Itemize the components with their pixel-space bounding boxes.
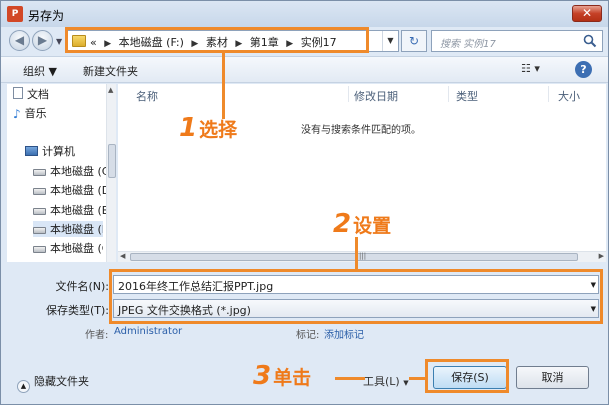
- document-icon: [13, 87, 23, 99]
- organize-menu[interactable]: 组织 ▼: [23, 63, 57, 79]
- nav-item-drive-g[interactable]: 本地磁盘 (G: [33, 240, 103, 256]
- annotation-connector: [222, 53, 225, 119]
- navigation-pane: 文档 ♪ 音乐 计算机 本地磁盘 (C 本地磁盘 (D 本地磁盘 (E 本地磁盘 …: [7, 84, 116, 262]
- filename-label: 文件名(N):: [55, 280, 109, 293]
- close-button[interactable]: ✕: [572, 5, 602, 22]
- new-folder-button[interactable]: 新建文件夹: [83, 63, 138, 79]
- annotation-connector: [355, 237, 358, 270]
- column-divider[interactable]: [348, 86, 349, 102]
- title-bar: P 另存为 ✕: [1, 1, 608, 27]
- arrow-right-icon: ▶: [37, 33, 48, 47]
- refresh-button[interactable]: ↻: [401, 30, 427, 52]
- nav-scrollbar-thumb[interactable]: [108, 144, 116, 178]
- column-header-type[interactable]: 类型: [456, 88, 478, 104]
- arrow-left-icon: ◀: [14, 33, 25, 47]
- nav-item-documents[interactable]: 文档: [13, 86, 105, 102]
- nav-item-drive-f[interactable]: 本地磁盘 (F: [33, 221, 103, 237]
- column-divider[interactable]: [548, 86, 549, 102]
- tools-menu[interactable]: 工具(L) ▼: [363, 373, 409, 389]
- empty-message: 没有与搜索条件匹配的项。: [301, 125, 421, 136]
- author-field[interactable]: Administrator: [114, 326, 182, 337]
- chevron-up-icon: ▲: [17, 380, 30, 393]
- computer-icon: [25, 146, 38, 156]
- scroll-up-icon[interactable]: ▲: [108, 86, 113, 94]
- help-icon[interactable]: ?: [575, 61, 592, 78]
- toolbar: 组织 ▼ 新建文件夹 ☷ ▾ ?: [1, 56, 608, 83]
- powerpoint-icon: P: [7, 6, 23, 22]
- annotation-box-save: [425, 359, 509, 393]
- chevron-down-icon: ▼: [403, 379, 409, 387]
- cancel-button[interactable]: 取消: [516, 366, 589, 389]
- forward-button[interactable]: ▶: [32, 30, 53, 51]
- back-button[interactable]: ◀: [9, 30, 30, 51]
- drive-icon: [33, 169, 46, 176]
- column-header-modified[interactable]: 修改日期: [354, 88, 398, 104]
- window-title: 另存为: [28, 9, 65, 23]
- annotation-connector: [409, 377, 425, 380]
- scroll-right-icon[interactable]: ▶: [599, 252, 604, 260]
- search-input[interactable]: 搜索 实例17: [431, 30, 603, 52]
- horizontal-scrollbar-thumb[interactable]: |||: [130, 252, 578, 261]
- save-as-dialog: P 另存为 ✕ ◀ ▶ ▼ « ▶ 本地磁盘 (F:) ▶ 素材 ▶ 第1章 ▶…: [0, 0, 609, 405]
- drive-icon: [33, 246, 46, 253]
- scroll-left-icon[interactable]: ◀: [120, 252, 125, 260]
- music-icon: ♪: [13, 107, 21, 121]
- column-header-size[interactable]: 大小: [558, 88, 580, 104]
- annotation-step-3: 3 单击: [253, 361, 312, 391]
- save-type-label: 保存类型(T):: [45, 304, 109, 317]
- search-icon[interactable]: [583, 34, 597, 48]
- tag-field[interactable]: 添加标记: [324, 326, 364, 341]
- annotation-box-form: [109, 269, 603, 324]
- author-label: 作者:: [85, 330, 109, 341]
- refresh-icon: ↻: [408, 34, 420, 48]
- column-header-name[interactable]: 名称: [136, 88, 158, 104]
- nav-scrollbar[interactable]: ▲: [106, 84, 116, 262]
- address-dropdown[interactable]: ▼: [382, 31, 398, 51]
- drive-icon: [33, 188, 46, 195]
- search-placeholder: 搜索 实例17: [440, 39, 496, 50]
- drive-icon: [33, 227, 46, 234]
- view-options-button[interactable]: ☷ ▾: [521, 62, 540, 75]
- recent-locations-dropdown[interactable]: ▼: [56, 37, 62, 46]
- nav-item-music[interactable]: ♪ 音乐: [13, 105, 105, 121]
- annotation-box-address: [65, 27, 369, 53]
- nav-item-computer[interactable]: 计算机: [25, 143, 117, 159]
- annotation-step-2: 2 设置: [333, 209, 392, 239]
- grip-icon: |||: [359, 252, 367, 260]
- tag-label: 标记:: [296, 330, 320, 341]
- annotation-step-1: 1 选择: [179, 113, 238, 143]
- drive-icon: [33, 208, 46, 215]
- annotation-connector: [335, 377, 365, 380]
- horizontal-scrollbar[interactable]: ◀ ||| ▶: [118, 251, 606, 262]
- column-divider[interactable]: [448, 86, 449, 102]
- hide-folders-toggle[interactable]: ▲ 隐藏文件夹: [17, 373, 89, 393]
